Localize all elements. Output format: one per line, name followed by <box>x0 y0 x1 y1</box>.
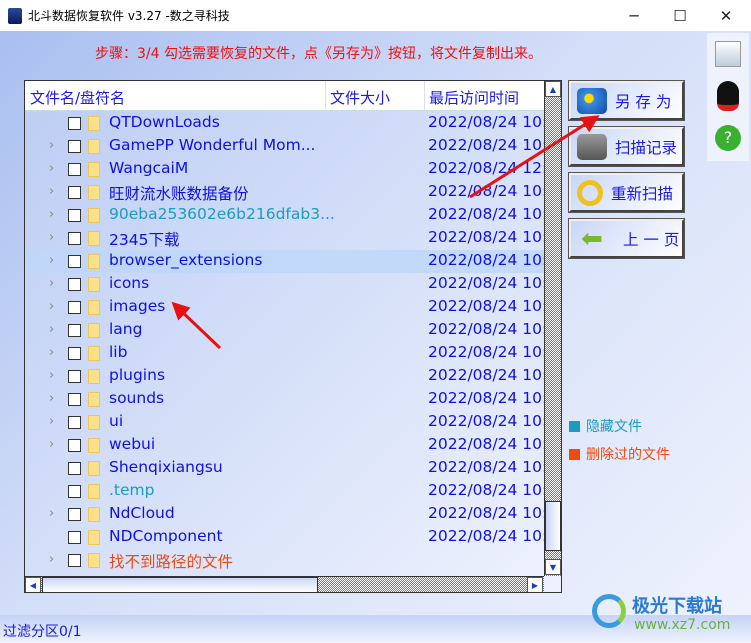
watermark-logo: 极光下载站 www.xz7.com <box>592 590 747 640</box>
annotation-arrows <box>171 115 600 350</box>
arrow-to-save <box>469 115 600 199</box>
arrow-to-images <box>171 301 222 350</box>
